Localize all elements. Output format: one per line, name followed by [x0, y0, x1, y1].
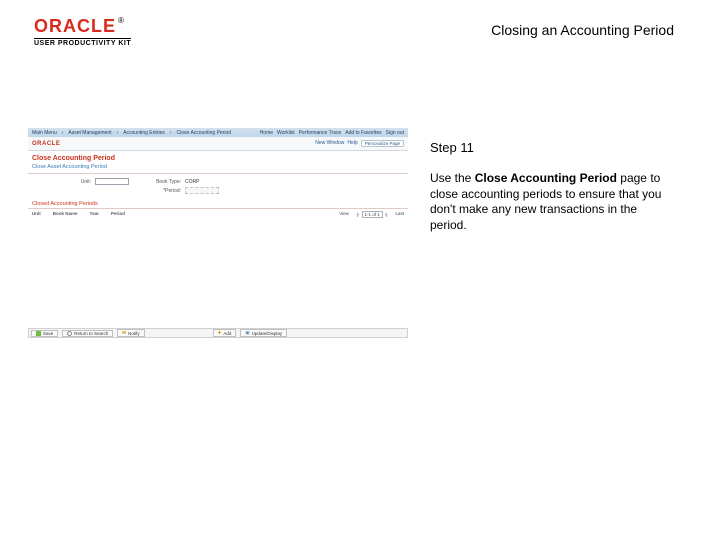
search-icon [67, 331, 72, 336]
return-button[interactable]: Return to Search [62, 330, 113, 337]
personalize-button[interactable]: Personalize Page [361, 140, 404, 147]
nav-home[interactable]: Home [260, 130, 273, 136]
instruction-bold: Close Accounting Period [475, 171, 617, 185]
tbl-last[interactable]: Last [395, 211, 404, 218]
secondary-bar: ORACLE New Window Help Personalize Page [28, 137, 408, 151]
bc-main[interactable]: Main Menu [32, 130, 57, 136]
step-label: Step 11 [430, 140, 474, 155]
instruction-pre: Use the [430, 171, 475, 185]
period-label: *Period: [133, 188, 181, 194]
save-button[interactable]: Save [31, 330, 58, 337]
nav-worklist[interactable]: Worklist [277, 130, 295, 136]
bc-1[interactable]: Asset Management [68, 130, 111, 136]
link-new-window[interactable]: New Window [315, 140, 344, 147]
th-year: Year [90, 211, 100, 216]
th-unit: Unit [32, 211, 41, 216]
form-row-unit: Unit: Book Type: CORP [28, 177, 408, 186]
notify-button[interactable]: ✉Notify [117, 329, 144, 337]
pager-first-icon[interactable]: |‹ [357, 212, 360, 217]
link-help[interactable]: Help [347, 140, 357, 147]
nav-signout[interactable]: Sign out [386, 130, 404, 136]
tbl-view[interactable]: View [339, 211, 349, 218]
booktype-value: CORP [185, 179, 199, 185]
app-screenshot: Main Menu › Asset Management › Accountin… [28, 128, 408, 338]
unit-label: Unit: [36, 179, 91, 185]
form-row-period: *Period: [28, 186, 408, 195]
period-field[interactable] [185, 187, 219, 194]
screen-subheading: Close Asset Accounting Period [28, 164, 408, 174]
unit-field[interactable] [95, 178, 129, 185]
mini-oracle-logo: ORACLE [32, 141, 60, 147]
bc-2[interactable]: Accounting Entries [123, 130, 165, 136]
booktype-label: Book Type: [133, 179, 181, 185]
pager-last-icon[interactable]: ›| [385, 212, 388, 217]
bc-3[interactable]: Close Accounting Period [177, 130, 231, 136]
save-icon [36, 331, 41, 336]
screen-heading: Close Accounting Period [28, 151, 408, 164]
brand-block: ORACLE® USER PRODUCTIVITY KIT [34, 16, 131, 47]
nav-addfav[interactable]: Add to Favorites [345, 130, 381, 136]
instruction-text: Use the Close Accounting Period page to … [430, 171, 664, 233]
pager-text: 1-1 of 1 [362, 211, 383, 218]
nav-perftrace[interactable]: Performance Trace [299, 130, 342, 136]
add-icon: ✚ [218, 330, 222, 336]
th-period: Period [111, 211, 125, 216]
upk-subline: USER PRODUCTIVITY KIT [34, 38, 131, 47]
notify-icon: ✉ [122, 330, 126, 336]
add-button[interactable]: ✚Add [213, 329, 237, 337]
pager[interactable]: |‹ 1-1 of 1 ›| [357, 211, 388, 218]
th-bookname: Book Name [53, 211, 78, 216]
update-icon: ▣ [245, 330, 249, 336]
footer-toolbar: Save Return to Search ✉Notify ✚Add ▣Upda… [28, 328, 408, 338]
breadcrumb: Main Menu › Asset Management › Accountin… [28, 128, 408, 137]
update-button[interactable]: ▣Update/Display [240, 329, 287, 337]
closed-periods-section: Closed Accounting Periods [28, 198, 408, 209]
trademark: ® [118, 16, 124, 25]
closed-periods-table: Unit Book Name Year Period View |‹ 1-1 o… [28, 209, 408, 220]
page-title: Closing an Accounting Period [491, 22, 674, 38]
oracle-logo: ORACLE [34, 16, 116, 37]
